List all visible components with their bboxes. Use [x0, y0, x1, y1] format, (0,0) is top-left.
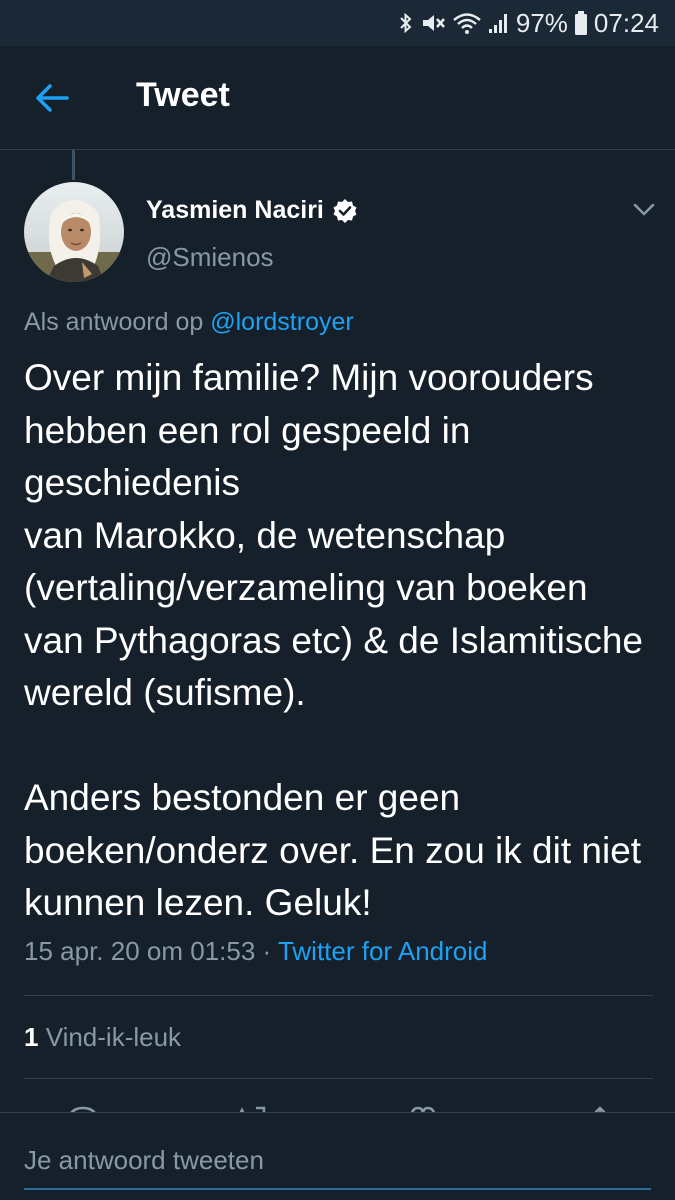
likes-summary[interactable]: 1 Vind-ik-leuk: [24, 1022, 181, 1053]
reply-context: Als antwoord op @lordstroyer: [24, 308, 354, 337]
signal-icon: [488, 11, 510, 35]
tweet-meta: 15 apr. 20 om 01:53 · Twitter for Androi…: [24, 936, 487, 967]
avatar-photo: [24, 182, 124, 282]
clock: 07:24: [593, 7, 659, 38]
divider: [24, 1078, 653, 1079]
status-bar: 97% 07:24: [0, 0, 675, 46]
battery-icon: [574, 10, 588, 36]
meta-separator: ·: [255, 936, 278, 966]
verified-badge-icon: [333, 198, 357, 223]
bluetooth-icon: [398, 11, 414, 35]
like-label: Vind-ik-leuk: [45, 1022, 182, 1052]
author-display-name: Yasmien Naciri: [146, 196, 324, 224]
divider: [24, 995, 653, 996]
tweet-options-button[interactable]: [628, 196, 660, 224]
page-title: Tweet: [136, 76, 230, 114]
chevron-down-icon: [633, 203, 655, 216]
back-button[interactable]: [26, 76, 78, 120]
author-name[interactable]: Yasmien Naciri: [146, 196, 358, 225]
reply-input[interactable]: [24, 1132, 651, 1190]
like-count: 1: [24, 1022, 39, 1052]
arrow-left-icon: [36, 84, 69, 112]
tweet-timestamp: 15 apr. 20 om 01:53: [24, 936, 256, 966]
author-handle[interactable]: @Smienos: [146, 242, 274, 273]
wifi-icon: [452, 11, 482, 35]
top-app-bar: Tweet: [0, 46, 675, 150]
tweet-text: Over mijn familie? Mijn voorouders hebbe…: [24, 357, 644, 923]
mute-icon: [420, 11, 446, 35]
reply-prefix: Als antwoord op: [24, 308, 204, 336]
tweet-source-link[interactable]: Twitter for Android: [278, 936, 488, 966]
reply-mention-link[interactable]: @lordstroyer: [210, 308, 353, 336]
avatar[interactable]: [24, 182, 124, 282]
battery-percent: 97%: [515, 7, 568, 38]
thread-connector-line: [72, 150, 75, 180]
